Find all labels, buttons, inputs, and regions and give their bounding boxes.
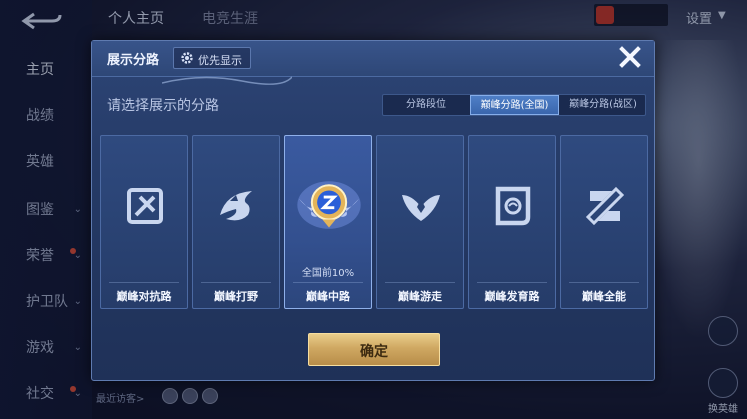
confirm-button[interactable]: 确定 <box>308 333 440 366</box>
card-divider <box>109 282 179 283</box>
priority-display-label: 优先显示 <box>198 54 242 67</box>
all-round-icon <box>585 186 625 226</box>
lane-label: 巅峰全能 <box>582 290 626 303</box>
dialog-header: 展示分路 优先显示 <box>92 41 654 85</box>
lane-card-all-round[interactable]: 巅峰全能 <box>560 135 648 309</box>
farm-lane-icon <box>495 186 531 226</box>
roam-icon <box>402 195 440 221</box>
lane-rank: 全国前10% <box>301 268 355 279</box>
card-divider <box>385 282 455 283</box>
card-divider <box>477 282 547 283</box>
card-divider <box>569 282 639 283</box>
lane-type-segmented-control: 分路段位 巅峰分路(全国) 巅峰分路(战区) <box>382 94 646 116</box>
lane-label: 巅峰发育路 <box>484 290 540 303</box>
segment-lane-rank[interactable]: 分路段位 <box>383 95 469 115</box>
lane-card-clash[interactable]: 巅峰对抗路 <box>100 135 188 309</box>
card-divider <box>293 282 363 283</box>
card-divider <box>201 282 271 283</box>
lane-display-dialog: 展示分路 优先显示 请选择展示的分路 分路段位 巅峰分路(全国) 巅峰分路(战区… <box>91 40 655 381</box>
ornament-decoration <box>162 76 292 85</box>
lane-label: 巅峰打野 <box>214 290 258 303</box>
dialog-title: 展示分路 <box>107 53 160 68</box>
priority-display-button[interactable]: 优先显示 <box>173 47 251 69</box>
clash-lane-icon <box>127 188 163 224</box>
dialog-subtitle: 请选择展示的分路 <box>107 98 219 114</box>
lane-card-mid[interactable]: 全国前10% 巅峰中路 <box>284 135 372 309</box>
segment-peak-national[interactable]: 巅峰分路(全国) <box>470 95 559 115</box>
lane-label: 巅峰对抗路 <box>116 290 172 303</box>
close-icon <box>619 46 641 68</box>
lane-card-jungle[interactable]: 巅峰打野 <box>192 135 280 309</box>
lane-card-farm[interactable]: 巅峰发育路 <box>468 135 556 309</box>
lane-label: 巅峰游走 <box>398 290 442 303</box>
jungle-icon <box>220 191 252 221</box>
mid-lane-badge-icon <box>297 181 361 229</box>
close-button[interactable] <box>614 43 646 73</box>
lane-label: 巅峰中路 <box>306 290 350 303</box>
lane-card-list: 巅峰对抗路 巅峰打野 全国前10% 巅峰中路 巅峰游走 巅峰发育路 巅峰全能 <box>100 135 648 311</box>
segment-peak-region[interactable]: 巅峰分路(战区) <box>560 95 646 115</box>
lane-card-roam[interactable]: 巅峰游走 <box>376 135 464 309</box>
gear-icon <box>181 52 193 64</box>
confirm-label: 确定 <box>360 344 388 360</box>
